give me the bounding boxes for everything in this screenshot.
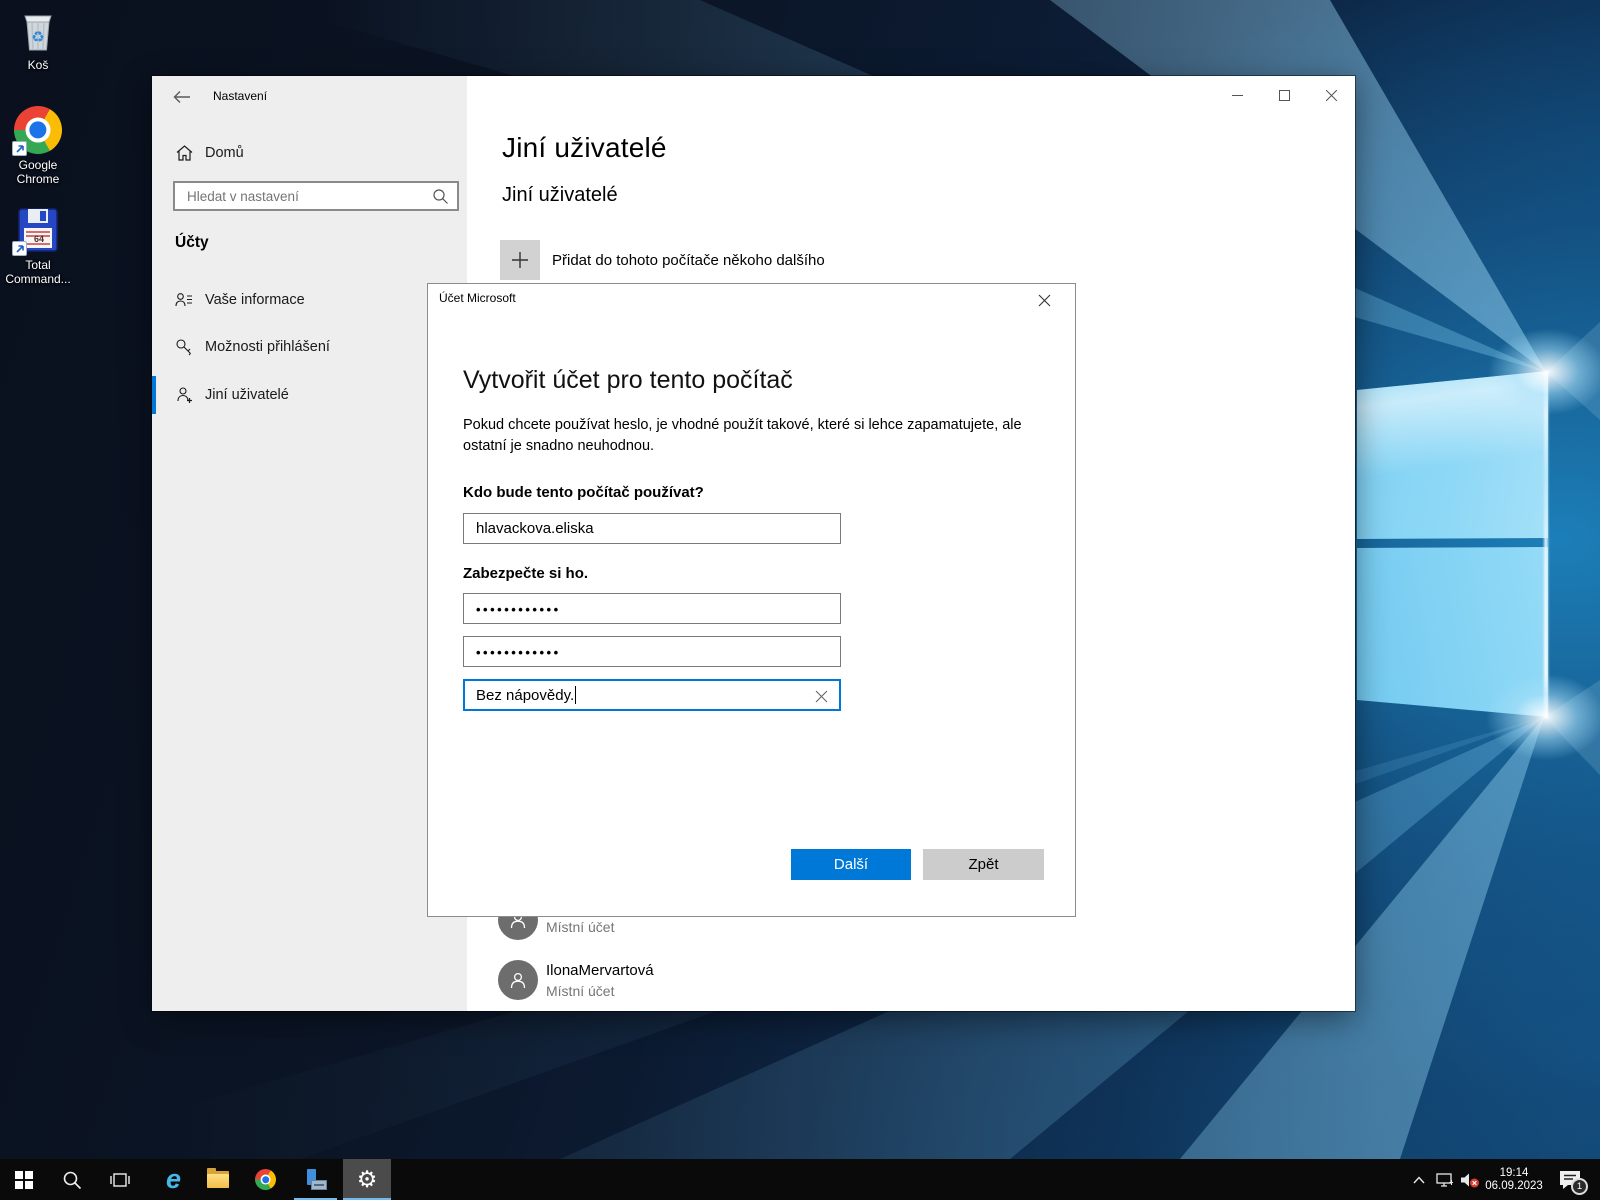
- section-heading: Jiní uživatelé: [502, 184, 618, 207]
- sidebar-item-other-users[interactable]: Jiní uživatelé: [152, 376, 467, 414]
- total-commander-icon: 64: [14, 206, 62, 254]
- sidebar-item-sign-in-options[interactable]: Možnosti přihlášení: [152, 328, 467, 366]
- recycle-bin-icon: ♻: [14, 6, 62, 54]
- notification-icon: 1: [1558, 1169, 1582, 1191]
- taskbar-clock[interactable]: 19:14 06.09.2023: [1483, 1159, 1545, 1200]
- search-input[interactable]: [175, 183, 457, 209]
- chrome-icon: [14, 106, 62, 154]
- chrome-icon: [255, 1169, 276, 1190]
- task-view-button[interactable]: [96, 1159, 143, 1200]
- clock-date: 06.09.2023: [1485, 1180, 1543, 1193]
- next-button[interactable]: Další: [791, 849, 911, 880]
- password-confirm-field-border: [463, 636, 841, 667]
- settings-search: [173, 181, 459, 211]
- username-label: Kdo bude tento počítač používat?: [463, 484, 704, 501]
- window-title: Nastavení: [213, 89, 267, 103]
- user-avatar: [498, 960, 538, 1000]
- sidebar-item-your-info[interactable]: Vaše informace: [152, 281, 467, 319]
- desktop-icon-google-chrome[interactable]: Google Chrome: [0, 106, 76, 186]
- sidebar-item-label: Jiní uživatelé: [205, 387, 289, 403]
- dialog-heading: Vytvořit účet pro tento počítač: [463, 366, 793, 395]
- settings-button[interactable]: ⚙: [343, 1159, 391, 1200]
- home-icon: [175, 144, 193, 162]
- total-commander-button[interactable]: [292, 1159, 339, 1200]
- shortcut-arrow-icon: [12, 141, 27, 156]
- maximize-button[interactable]: [1261, 76, 1308, 114]
- svg-text:♻: ♻: [31, 29, 44, 46]
- file-explorer-icon: [207, 1171, 229, 1188]
- desktop-icon-recycle-bin[interactable]: ♻ Koš: [0, 6, 76, 72]
- task-view-icon: [110, 1172, 130, 1188]
- windows-logo-icon: [15, 1171, 33, 1189]
- password-confirm-input[interactable]: [464, 637, 840, 666]
- username-input[interactable]: [464, 514, 840, 543]
- person-info-icon: [175, 291, 193, 309]
- network-tray-icon[interactable]: [1433, 1159, 1457, 1200]
- minimize-button[interactable]: [1214, 76, 1261, 114]
- total-commander-icon: [305, 1169, 327, 1191]
- sidebar-item-label: Vaše informace: [205, 292, 305, 308]
- desktop-icon-label: Total Command...: [0, 258, 76, 286]
- volume-muted-tray-icon[interactable]: [1457, 1159, 1483, 1200]
- chevron-up-icon: [1413, 1176, 1425, 1184]
- gear-icon: ⚙: [357, 1168, 378, 1191]
- dialog-description: Pokud chcete používat heslo, je vhodné p…: [463, 415, 1045, 457]
- desktop-icon-label: Google Chrome: [0, 158, 76, 186]
- selected-item-accent: [152, 376, 156, 414]
- add-user-label: Přidat do tohoto počítače někoho dalšího: [552, 252, 825, 269]
- back-button[interactable]: [168, 84, 196, 110]
- key-icon: [175, 338, 193, 356]
- sidebar-item-home[interactable]: Domů: [152, 134, 467, 172]
- chrome-button[interactable]: [242, 1159, 289, 1200]
- clear-text-icon[interactable]: [809, 684, 833, 708]
- back-button-dialog[interactable]: Zpět: [923, 849, 1044, 880]
- microsoft-account-dialog: Účet Microsoft Vytvořit účet pro tento p…: [427, 283, 1076, 917]
- account-type: Místní účet: [546, 983, 614, 999]
- desktop: ♻ Koš Google Chrome 64: [0, 0, 1600, 1200]
- taskbar-search-button[interactable]: [48, 1159, 95, 1200]
- password-hint-value: Bez nápovědy.: [476, 687, 574, 704]
- svg-text:64: 64: [34, 234, 44, 244]
- sidebar-item-label: Možnosti přihlášení: [205, 339, 330, 355]
- file-explorer-button[interactable]: [194, 1159, 241, 1200]
- action-center-button[interactable]: 1: [1550, 1159, 1590, 1200]
- internet-explorer-icon: e: [166, 1166, 181, 1193]
- password-label: Zabezpečte si ho.: [463, 565, 588, 582]
- desktop-icon-label: Koš: [0, 58, 76, 72]
- sidebar-section-title: Účty: [175, 234, 209, 252]
- internet-explorer-button[interactable]: e: [150, 1159, 197, 1200]
- shortcut-arrow-icon: [12, 241, 27, 256]
- start-button[interactable]: [0, 1159, 47, 1200]
- password-field-border: [463, 593, 841, 624]
- add-user-button[interactable]: Přidat do tohoto počítače někoho dalšího: [500, 240, 825, 280]
- close-button[interactable]: [1308, 76, 1355, 114]
- plus-icon: [500, 240, 540, 280]
- person-plus-icon: [175, 386, 193, 404]
- sidebar: [152, 76, 467, 1011]
- sidebar-item-label: Domů: [205, 145, 244, 161]
- password-hint-input[interactable]: Bez nápovědy.: [463, 679, 841, 711]
- tray-expand-button[interactable]: [1406, 1159, 1432, 1200]
- taskbar: e ⚙ 19:14 06.09.2023: [0, 1159, 1600, 1200]
- clock-time: 19:14: [1500, 1167, 1529, 1180]
- text-caret: [575, 686, 576, 704]
- dialog-close-icon[interactable]: [1029, 286, 1059, 314]
- notification-badge: 1: [1571, 1178, 1588, 1195]
- dialog-title: Účet Microsoft: [439, 291, 516, 305]
- page-title: Jiní uživatelé: [502, 132, 667, 164]
- account-type: Místní účet: [546, 919, 614, 935]
- user-name[interactable]: IlonaMervartová: [546, 962, 654, 979]
- username-field-border: [463, 513, 841, 544]
- password-input[interactable]: [464, 594, 840, 623]
- desktop-icon-total-commander[interactable]: 64 Total Command...: [0, 206, 76, 286]
- search-icon: [62, 1170, 82, 1190]
- search-icon[interactable]: [432, 188, 449, 210]
